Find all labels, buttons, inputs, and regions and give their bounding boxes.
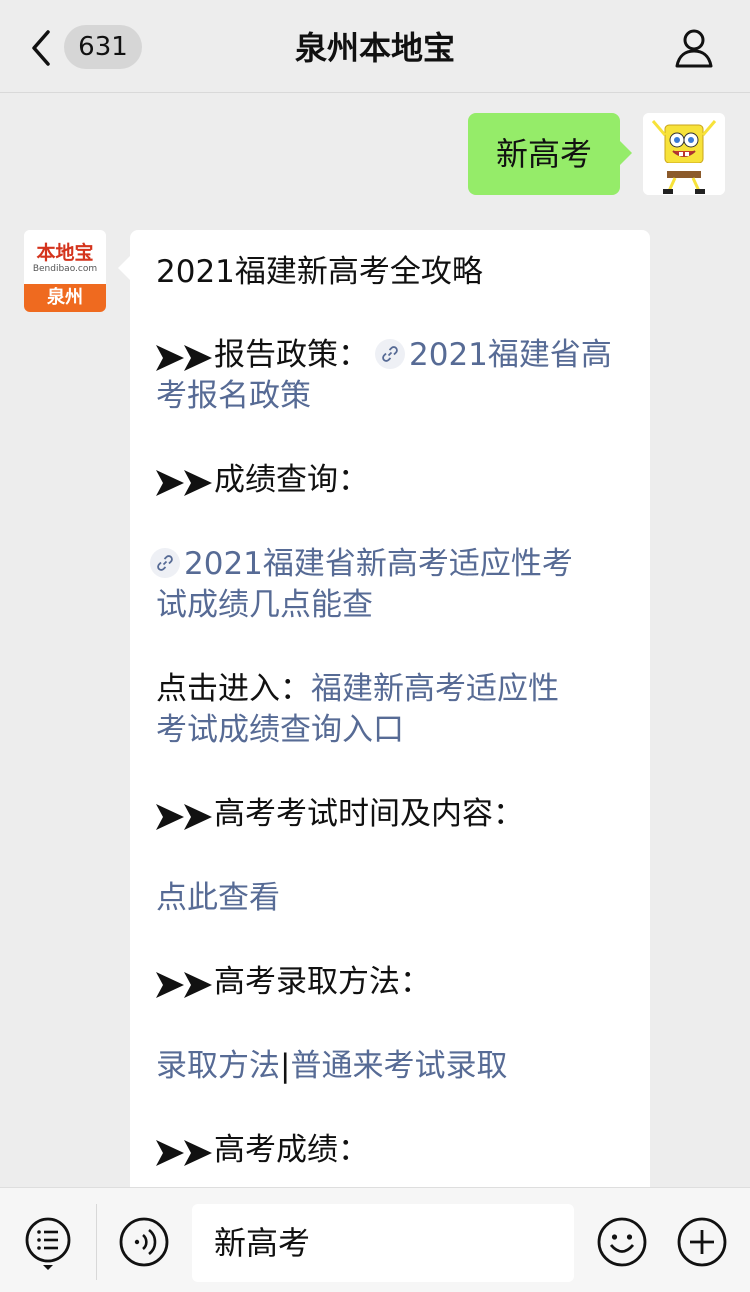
link-icon xyxy=(150,547,180,578)
policy-link[interactable]: 2021福建省高 xyxy=(409,337,612,373)
bubble-tail xyxy=(118,256,130,280)
link-icon xyxy=(375,338,405,369)
section-policy-label: 报告政策： xyxy=(214,337,369,373)
double-arrow-icon xyxy=(156,466,214,496)
section-results-label: 高考成绩： xyxy=(214,1132,369,1168)
toolbar-divider xyxy=(96,1204,97,1280)
input-toolbar: 新高考 xyxy=(0,1187,750,1292)
section-exam-time: 高考考试时间及内容： xyxy=(156,794,626,835)
section-admission: 高考录取方法： xyxy=(156,962,626,1003)
incoming-message-bubble: 2021福建新高考全攻略 报告政策： 2021福建省高 考报名政策 成绩查询： 2… xyxy=(130,230,650,1210)
score-time-row: 2021福建省新高考适应性考 xyxy=(150,544,620,585)
my-avatar[interactable] xyxy=(643,113,725,195)
double-arrow-icon xyxy=(156,341,214,371)
person-icon[interactable] xyxy=(672,26,716,70)
policy-link-continued[interactable]: 考报名政策 xyxy=(156,376,626,417)
section-score: 成绩查询： xyxy=(156,460,626,501)
general-admission-link[interactable]: 普通来考试录取 xyxy=(290,1048,507,1084)
avatar-logo-sub: Bendibao.com xyxy=(32,264,98,274)
section-exam-time-label: 高考考试时间及内容： xyxy=(214,796,524,832)
double-arrow-icon xyxy=(156,800,214,830)
exam-time-link[interactable]: 点此查看 xyxy=(156,878,626,919)
score-time-link-continued[interactable]: 试成绩几点能查 xyxy=(156,585,626,626)
emoji-icon[interactable] xyxy=(596,1216,648,1268)
section-admission-label: 高考录取方法： xyxy=(214,964,431,1000)
avatar-city-label: 泉州 xyxy=(24,284,106,312)
admission-links-row: 录取方法|普通来考试录取 xyxy=(156,1046,626,1087)
sponge-character-image xyxy=(643,113,725,195)
score-time-link[interactable]: 2021福建省新高考适应性考 xyxy=(184,546,573,582)
score-entry-link[interactable]: 福建新高考适应性 xyxy=(311,671,559,707)
menu-list-icon[interactable] xyxy=(24,1216,72,1270)
avatar-logo-text: 本地宝 xyxy=(36,242,94,264)
score-entry-row: 点击进入：福建新高考适应性 xyxy=(156,669,626,710)
back-arrow-icon[interactable] xyxy=(28,26,58,70)
double-arrow-icon xyxy=(156,1136,214,1166)
admission-method-link[interactable]: 录取方法 xyxy=(156,1048,280,1084)
section-score-label: 成绩查询： xyxy=(214,462,369,498)
section-results: 高考成绩： xyxy=(156,1130,626,1171)
avatar-logo-area: 本地宝 Bendibao.com xyxy=(24,230,106,284)
outgoing-message-bubble[interactable]: 新高考 xyxy=(468,113,632,195)
plus-icon[interactable] xyxy=(676,1216,728,1268)
voice-icon[interactable] xyxy=(118,1216,170,1268)
link-separator: | xyxy=(280,1048,291,1084)
double-arrow-icon xyxy=(156,968,214,998)
message-input[interactable]: 新高考 xyxy=(192,1204,574,1282)
message-heading: 2021福建新高考全攻略 xyxy=(156,254,483,290)
section-policy: 报告政策： 2021福建省高 xyxy=(156,335,626,376)
chat-header: 631 泉州本地宝 xyxy=(0,0,750,93)
score-entry-label: 点击进入： xyxy=(156,671,311,707)
account-avatar[interactable]: 本地宝 Bendibao.com 泉州 xyxy=(24,230,106,312)
unread-count-badge[interactable]: 631 xyxy=(64,25,142,69)
score-entry-link-continued[interactable]: 考试成绩查询入口 xyxy=(156,710,626,751)
